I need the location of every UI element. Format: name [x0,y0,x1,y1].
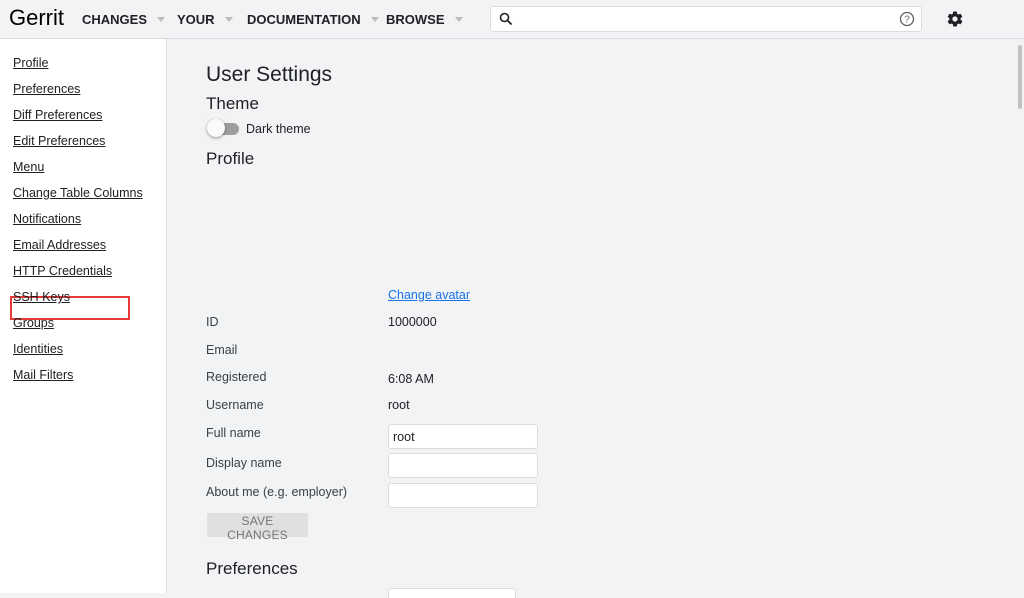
page-title: User Settings [206,63,333,86]
partial-select[interactable] [388,588,516,598]
main-content: User Settings Theme Dark theme Profile C… [168,39,1016,598]
chevron-down-icon [454,17,463,22]
nav-browse-label: BROWSE [386,12,445,27]
dark-theme-label: Dark theme [246,122,311,136]
nav-your[interactable]: YOUR [177,12,233,27]
sidebar-item-diff-preferences[interactable]: Diff Preferences [13,108,102,122]
email-label: Email [206,343,238,357]
theme-heading: Theme [206,94,259,113]
help-icon[interactable]: ? [899,11,915,32]
sidebar-item-profile[interactable]: Profile [13,56,48,70]
preferences-heading: Preferences [206,559,298,578]
profile-heading: Profile [206,149,255,168]
id-value: 1000000 [388,315,437,329]
sidebar-item-notifications[interactable]: Notifications [13,212,81,226]
id-label: ID [206,315,219,329]
search-icon [499,12,513,31]
sidebar-item-http-credentials[interactable]: HTTP Credentials [13,264,112,278]
toggle-knob [207,119,225,137]
sidebar-item-mail-filters[interactable]: Mail Filters [13,368,73,382]
gerrit-logo[interactable]: Gerrit [9,5,64,31]
svg-text:?: ? [904,15,910,26]
top-header: Gerrit CHANGES YOUR DOCUMENTATION BROWSE… [0,0,1024,39]
nav-your-label: YOUR [177,12,215,27]
username-label: Username [206,398,264,412]
registered-value: 6:08 AM [388,372,434,386]
chevron-down-icon [370,17,379,22]
sidebar-item-edit-preferences[interactable]: Edit Preferences [13,134,105,148]
nav-browse[interactable]: BROWSE [386,12,463,27]
chevron-down-icon [157,17,166,22]
display-name-field[interactable] [388,453,538,478]
search-box: ? [490,6,922,32]
display-name-label: Display name [206,456,282,470]
about-me-field[interactable] [388,483,538,508]
dark-theme-toggle[interactable] [207,119,239,137]
scrollbar-thumb[interactable] [1018,45,1022,109]
save-changes-button[interactable]: SAVE CHANGES [207,513,308,542]
sidebar-item-change-table-columns[interactable]: Change Table Columns [13,186,143,200]
nav-documentation-label: DOCUMENTATION [247,12,361,27]
full-name-label: Full name [206,426,261,440]
sidebar-item-preferences[interactable]: Preferences [13,82,80,96]
nav-documentation[interactable]: DOCUMENTATION [247,12,379,27]
gear-icon[interactable] [946,10,964,33]
username-value: root [388,398,410,412]
full-name-field[interactable] [388,424,538,449]
scrollbar[interactable] [1016,39,1024,593]
sidebar-item-ssh-keys[interactable]: SSH Keys [13,290,70,304]
sidebar-item-groups[interactable]: Groups [13,316,54,330]
chevron-down-icon [224,17,233,22]
sidebar-item-menu[interactable]: Menu [13,160,44,174]
registered-label: Registered [206,370,267,384]
sidebar-item-email-addresses[interactable]: Email Addresses [13,238,106,252]
sidebar-item-identities[interactable]: Identities [13,342,63,356]
nav-changes[interactable]: CHANGES [82,12,166,27]
nav-changes-label: CHANGES [82,12,148,27]
about-me-label: About me (e.g. employer) [206,485,348,499]
search-input[interactable] [519,10,893,30]
settings-sidebar: Profile Preferences Diff Preferences Edi… [0,39,167,593]
change-avatar-link[interactable]: Change avatar [388,288,470,302]
